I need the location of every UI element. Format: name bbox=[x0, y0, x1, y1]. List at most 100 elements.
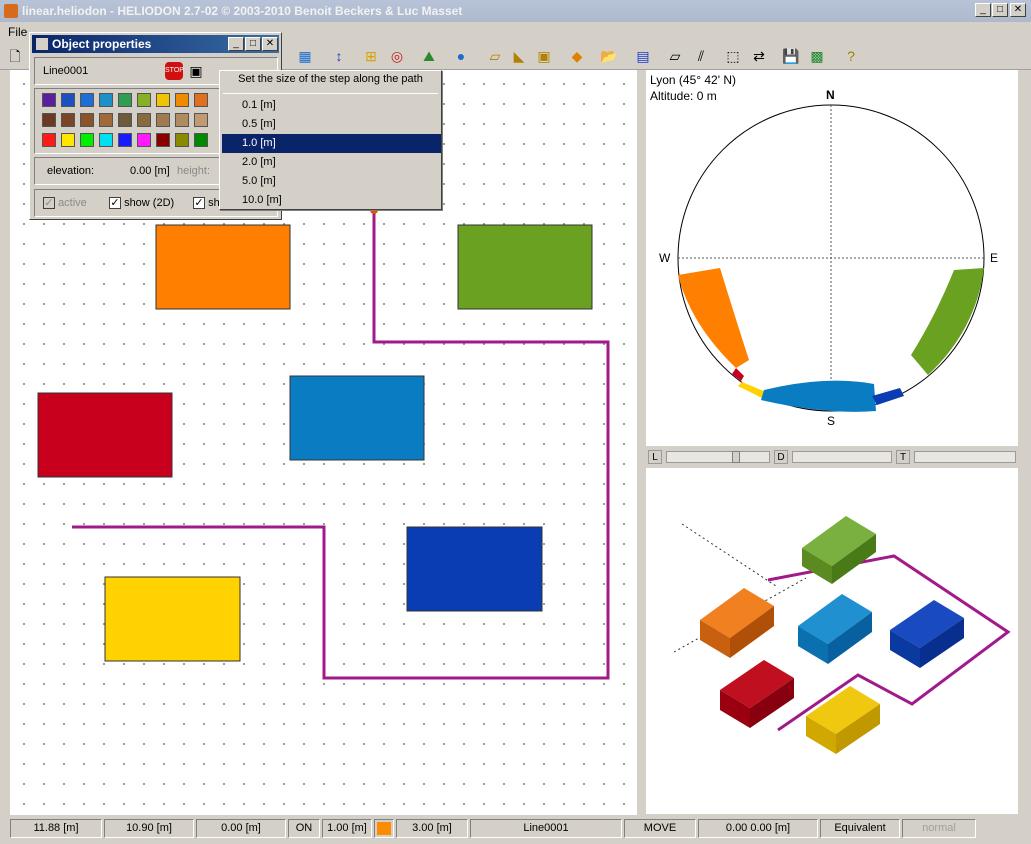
color-swatch[interactable] bbox=[118, 93, 132, 107]
menu-separator bbox=[223, 93, 438, 94]
excel-icon[interactable]: ▩ bbox=[808, 47, 826, 65]
color-swatch[interactable] bbox=[156, 113, 170, 127]
color-swatch[interactable] bbox=[118, 133, 132, 147]
help-icon[interactable]: ? bbox=[842, 47, 860, 65]
document-icon[interactable]: ▤ bbox=[634, 47, 652, 65]
status-x: 11.88 [m] bbox=[10, 819, 102, 838]
cyan-box-3d bbox=[798, 594, 872, 664]
orange-block[interactable] bbox=[155, 224, 291, 310]
maximize-button[interactable]: □ bbox=[992, 3, 1008, 17]
swap-icon[interactable]: ⇄ bbox=[750, 47, 768, 65]
slider-d[interactable] bbox=[792, 451, 892, 463]
status-color[interactable] bbox=[374, 819, 394, 838]
open-folder-icon[interactable]: 📂 bbox=[600, 47, 618, 65]
color-swatch[interactable] bbox=[42, 133, 56, 147]
color-swatch[interactable] bbox=[80, 93, 94, 107]
status-projection[interactable]: Equivalent bbox=[820, 819, 900, 838]
color-swatch[interactable] bbox=[80, 133, 94, 147]
slider-l[interactable] bbox=[666, 451, 770, 463]
color-swatch[interactable] bbox=[156, 93, 170, 107]
color-swatch[interactable] bbox=[137, 133, 151, 147]
vertical-arrows-icon[interactable]: ↕ bbox=[330, 47, 348, 65]
select-icon[interactable]: ⬚ bbox=[724, 47, 742, 65]
menu-file[interactable]: File bbox=[8, 25, 27, 39]
terrain-icon[interactable]: ⛰ bbox=[420, 47, 438, 65]
green-block[interactable] bbox=[457, 224, 593, 310]
status-object: Line0001 bbox=[470, 819, 622, 838]
view-3d-drawing bbox=[673, 516, 1011, 754]
blue-box-3d bbox=[890, 600, 964, 668]
slider-t[interactable] bbox=[914, 451, 1016, 463]
status-y: 10.90 [m] bbox=[104, 819, 194, 838]
object-name: Line0001 bbox=[43, 65, 89, 77]
status-render[interactable]: normal bbox=[902, 819, 976, 838]
color-swatch[interactable] bbox=[61, 133, 75, 147]
color-swatch[interactable] bbox=[194, 93, 208, 107]
step-option-10.0[interactable]: 10.0 [m] bbox=[222, 191, 441, 210]
color-swatch[interactable] bbox=[99, 133, 113, 147]
color-swatch[interactable] bbox=[175, 93, 189, 107]
elevation-value[interactable]: 0.00 [m] bbox=[130, 165, 170, 177]
color-swatch[interactable] bbox=[118, 113, 132, 127]
color-swatch[interactable] bbox=[61, 113, 75, 127]
step-option-1.0[interactable]: 1.0 [m] bbox=[222, 134, 441, 153]
layer-icon[interactable]: ▱ bbox=[486, 47, 504, 65]
step-option-5.0[interactable]: 5.0 [m] bbox=[222, 172, 441, 191]
color-swatch[interactable] bbox=[61, 93, 75, 107]
blue-shadow-arc bbox=[872, 388, 904, 405]
color-swatch[interactable] bbox=[80, 113, 94, 127]
yellow-box-3d bbox=[806, 686, 880, 754]
color-swatch[interactable] bbox=[42, 93, 56, 107]
sun-chart-drawing bbox=[677, 104, 985, 412]
step-option-0.1[interactable]: 0.1 [m] bbox=[222, 96, 441, 115]
skew-icon[interactable]: ⫽ bbox=[692, 47, 710, 65]
color-swatch[interactable] bbox=[156, 133, 170, 147]
color-swatch[interactable] bbox=[99, 113, 113, 127]
show-3d-checkbox[interactable]: ✓ sh bbox=[193, 197, 220, 210]
color-swatch[interactable] bbox=[42, 113, 56, 127]
save-icon[interactable]: 💾 bbox=[782, 47, 800, 65]
cyan-block[interactable] bbox=[289, 375, 425, 461]
color-swatch[interactable] bbox=[137, 93, 151, 107]
red-block[interactable] bbox=[37, 392, 173, 478]
slider-t-label: T bbox=[896, 450, 910, 464]
grid-icon[interactable]: ⊞ bbox=[362, 47, 380, 65]
new-document-icon[interactable]: 🗋 bbox=[6, 47, 24, 65]
color-swatch[interactable] bbox=[99, 93, 113, 107]
step-option-0.5[interactable]: 0.5 [m] bbox=[222, 115, 441, 134]
view-3d-panel[interactable] bbox=[646, 468, 1018, 814]
stop-icon[interactable]: STOP bbox=[165, 62, 184, 80]
parallelogram-icon[interactable]: ▱ bbox=[666, 47, 684, 65]
compass-icon[interactable]: ◎ bbox=[388, 47, 406, 65]
height-label: height: bbox=[177, 165, 211, 177]
dark-blue-block[interactable] bbox=[406, 526, 543, 612]
show-2d-checkbox[interactable]: ✓ show (2D) bbox=[109, 197, 174, 210]
green-shadow-arc bbox=[911, 268, 984, 375]
diamond-icon[interactable]: ◆ bbox=[568, 47, 586, 65]
color-swatch[interactable] bbox=[175, 113, 189, 127]
globe-icon[interactable]: ● bbox=[452, 47, 470, 65]
window-title: linear.heliodon - HELIODON 2.7-02 © 2003… bbox=[22, 4, 463, 18]
color-swatch[interactable] bbox=[137, 113, 151, 127]
color-swatch[interactable] bbox=[175, 133, 189, 147]
close-button[interactable]: ✕ bbox=[1010, 3, 1026, 17]
dialog-maximize-button[interactable]: □ bbox=[245, 37, 261, 51]
status-grid[interactable]: 1.00 [m] bbox=[322, 819, 372, 838]
dialog-title: Object properties bbox=[52, 37, 152, 51]
layout-icon[interactable]: ▦ bbox=[296, 47, 314, 65]
camera-icon[interactable]: ▣ bbox=[187, 62, 205, 80]
status-snap[interactable]: ON bbox=[288, 819, 320, 838]
step-option-2.0[interactable]: 2.0 [m] bbox=[222, 153, 441, 172]
wedge-icon[interactable]: ◣ bbox=[510, 47, 528, 65]
active-checkbox[interactable]: ✓ active bbox=[43, 197, 87, 210]
color-swatch[interactable] bbox=[194, 113, 208, 127]
dialog-close-button[interactable]: ✕ bbox=[262, 37, 278, 51]
status-mode: MOVE bbox=[624, 819, 696, 838]
dialog-minimize-button[interactable]: _ bbox=[228, 37, 244, 51]
color-swatch[interactable] bbox=[194, 133, 208, 147]
status-height: 3.00 [m] bbox=[396, 819, 468, 838]
dialog-icon bbox=[36, 38, 48, 50]
box-icon[interactable]: ▣ bbox=[535, 47, 553, 65]
yellow-block[interactable] bbox=[104, 576, 241, 662]
minimize-button[interactable]: _ bbox=[975, 3, 991, 17]
